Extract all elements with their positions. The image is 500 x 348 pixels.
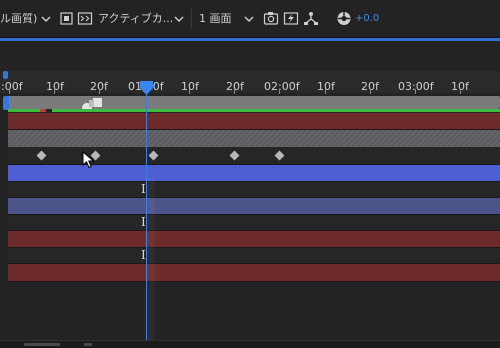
layer-bar-red[interactable] [8,113,500,129]
ruler-tick [189,89,190,94]
transparency-grid-icon[interactable] [77,10,93,27]
ruler-tick [325,89,326,94]
property-row[interactable] [8,248,500,264]
render-cache-gap [46,109,52,112]
channel-icon[interactable] [303,10,319,27]
work-area-start-handle[interactable] [3,96,9,110]
ruler-label: :00f [1,80,23,93]
row-divider [8,197,500,198]
toolbar-divider [191,9,192,29]
render-cache-indicator [8,109,500,112]
ruler-tick [415,89,416,94]
chevron-down-icon[interactable] [173,12,185,26]
ruler-start-handle[interactable] [3,71,8,79]
row-divider [8,263,500,264]
zoom-slider-handle[interactable] [84,343,92,346]
layer-bar-blue[interactable] [8,198,500,215]
row-divider [8,129,500,130]
grid-toggle-icon[interactable] [59,10,75,27]
row-divider [8,181,500,182]
ruler-tick [279,89,280,94]
mouse-pointer-icon [82,151,96,169]
chevron-down-icon[interactable] [243,12,255,26]
row-divider [8,214,500,215]
row-divider [8,247,500,248]
ruler-tick [460,89,461,94]
ruler-label: 02:00f [264,80,300,93]
playhead-shadow [147,178,155,348]
playhead-line[interactable] [146,88,147,348]
resolution-dropdown[interactable]: ル画質) [0,11,37,27]
ruler-tick [234,89,235,94]
row-divider [8,281,500,282]
property-row[interactable] [8,215,500,231]
zoom-slider-handle[interactable] [24,343,60,346]
current-time-indicator-icon[interactable] [139,80,154,96]
layer-bar-red[interactable] [8,264,500,281]
exposure-reset-icon[interactable] [336,10,352,27]
ruler-tick [54,89,55,94]
row-divider [8,230,500,231]
layer-bar-red[interactable] [8,231,500,248]
property-row[interactable] [8,182,500,198]
ruler-tick [370,89,371,94]
ruler-tick [99,89,100,94]
chevron-down-icon[interactable] [40,12,52,26]
views-dropdown[interactable]: 1 画面 [199,11,232,27]
show-snapshot-icon[interactable] [283,10,299,27]
camera-dropdown[interactable]: アクティブカ... [98,11,173,27]
viewer-toolbar: ル画質) アクティブカ... 1 画面 +0.0 [0,0,500,38]
ruler-tick [9,89,10,94]
snapshot-icon[interactable] [263,10,279,27]
timeline-navigator-bar[interactable] [0,340,500,348]
exposure-value[interactable]: +0.0 [355,11,379,27]
layer-bar-gray[interactable] [8,130,500,147]
